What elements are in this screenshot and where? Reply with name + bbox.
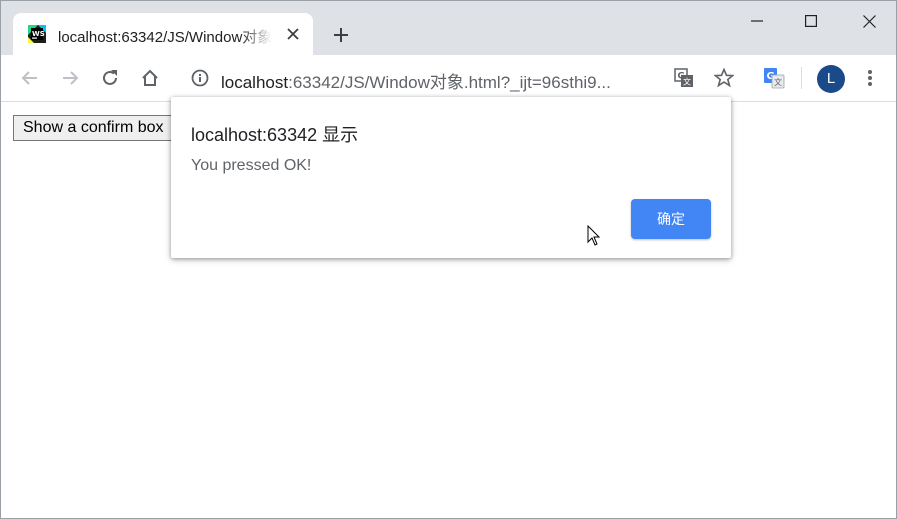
svg-text:文: 文: [774, 77, 782, 87]
browser-window: WS localhost:63342/JS/Window对象 localhost…: [0, 0, 897, 519]
back-icon[interactable]: [17, 65, 43, 91]
svg-text:WS: WS: [32, 30, 45, 38]
alert-dialog: localhost:63342 显示 You pressed OK! 确定: [171, 97, 731, 258]
maximize-icon[interactable]: [789, 7, 833, 35]
dialog-message: You pressed OK!: [191, 157, 312, 174]
home-icon[interactable]: [137, 65, 163, 91]
url-host: localhost: [221, 73, 289, 92]
close-icon[interactable]: [283, 24, 303, 44]
svg-text:文: 文: [683, 77, 691, 87]
minimize-icon[interactable]: [735, 7, 779, 35]
window-close-icon[interactable]: [847, 7, 891, 35]
address-bar[interactable]: localhost:63342/JS/Window对象.html?_ijt=96…: [221, 68, 661, 93]
forward-icon[interactable]: [57, 65, 83, 91]
avatar[interactable]: L: [817, 65, 845, 93]
toolbar-divider: [801, 67, 802, 89]
info-icon[interactable]: [190, 68, 210, 88]
dialog-title: localhost:63342 显示: [191, 125, 359, 145]
toolbar: localhost:63342/JS/Window对象.html?_ijt=96…: [1, 55, 896, 102]
webstorm-icon: WS: [28, 25, 46, 43]
star-icon[interactable]: [711, 65, 737, 91]
translate-icon[interactable]: G文: [671, 65, 697, 91]
tab-active[interactable]: WS localhost:63342/JS/Window对象: [13, 13, 313, 55]
google-translate-extension-icon[interactable]: G文: [761, 65, 787, 91]
plus-icon[interactable]: [327, 21, 355, 49]
ok-button[interactable]: 确定: [631, 199, 711, 239]
menu-icon[interactable]: [857, 65, 883, 91]
cursor-icon: [587, 225, 601, 246]
tab-strip: WS localhost:63342/JS/Window对象: [1, 1, 896, 55]
reload-icon[interactable]: [97, 65, 123, 91]
url-path: :63342/JS/Window对象.html?_ijt=96sthi9...: [288, 73, 611, 92]
tab-title: localhost:63342/JS/Window对象: [58, 29, 272, 46]
